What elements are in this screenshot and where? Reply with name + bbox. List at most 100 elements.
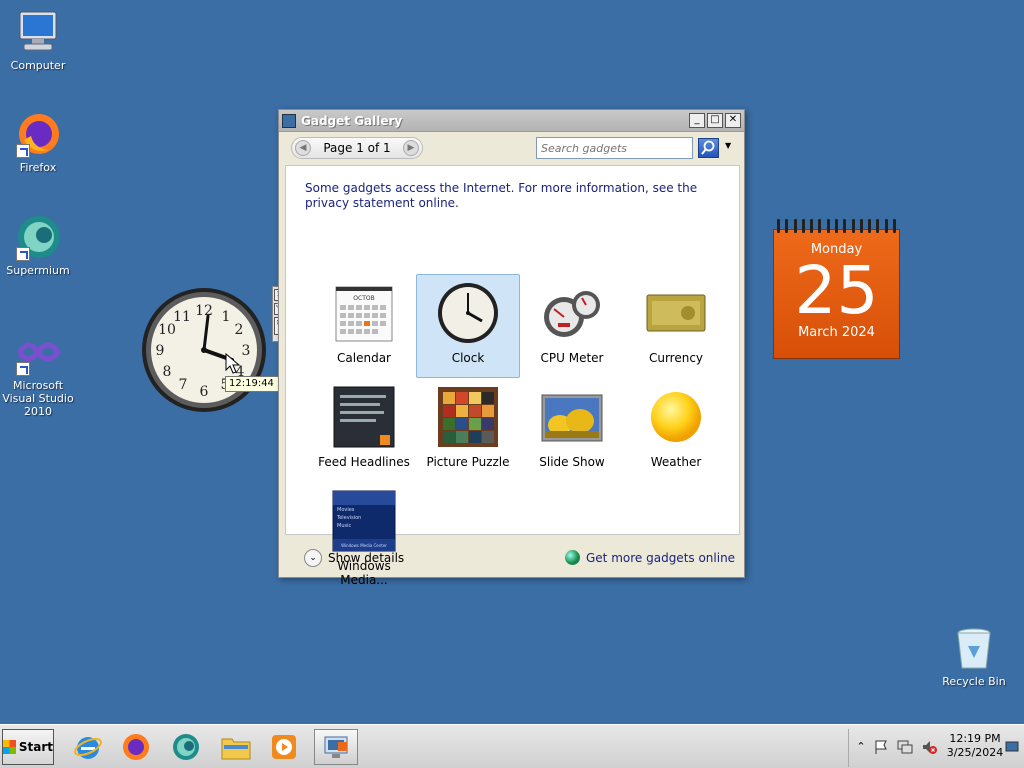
show-hidden-icons-icon[interactable]: ⌃: [853, 739, 869, 755]
clock-numeral: 8: [163, 364, 172, 380]
calendar-icon: OCTOB: [332, 281, 396, 345]
next-page-button[interactable]: ▶: [403, 140, 419, 156]
file-explorer-icon: [221, 738, 251, 760]
gadget-label: Currency: [648, 351, 704, 365]
desktop-icon-recycle-bin[interactable]: Recycle Bin: [934, 624, 1014, 688]
gadget-label: Weather: [650, 455, 702, 469]
tray-date: 3/25/2024: [946, 746, 1004, 759]
start-label: Start: [18, 740, 53, 754]
recycle-bin-icon: [950, 624, 998, 672]
media-center-thumb-item: Movies: [337, 507, 355, 513]
clock-face-icon: 12 1 2 3 4 5 6 7 8 9 10 11: [142, 288, 266, 412]
visual-studio-icon: [14, 328, 62, 376]
shortcut-arrow-icon: [16, 144, 30, 158]
desktop-icon-firefox[interactable]: Firefox: [0, 110, 78, 174]
calendar-thumb-month: OCTOB: [353, 295, 374, 302]
desktop-icon-computer[interactable]: Computer: [0, 8, 78, 72]
media-center-thumb-item: Music: [337, 523, 351, 529]
gadget-slide-show[interactable]: Slide Show: [520, 378, 624, 482]
shortcut-arrow-icon: [16, 247, 30, 261]
show-desktop-icon[interactable]: [1005, 739, 1019, 755]
supermium-icon: [14, 213, 62, 261]
clock-numeral: 6: [200, 384, 209, 400]
minimize-button[interactable]: _: [689, 113, 705, 128]
desktop-icon-label: Supermium: [6, 264, 70, 277]
gadget-list: Some gadgets access the Internet. For mo…: [285, 165, 740, 587]
action-center-flag-icon[interactable]: [873, 739, 889, 755]
maximize-button[interactable]: □: [707, 113, 723, 128]
gallery-nav-row: ◀ Page 1 of 1 ▶ ▼: [279, 132, 744, 164]
system-tray: ⌃ 12:19 PM 3/25/2024: [848, 729, 1024, 767]
taskbar-firefox[interactable]: [114, 729, 158, 765]
show-details-button[interactable]: ⌄ Show details: [304, 549, 404, 567]
taskbar-file-explorer[interactable]: [214, 729, 258, 765]
tray-time: 12:19 PM: [949, 732, 1001, 745]
get-more-gadgets-link[interactable]: Get more gadgets online: [565, 550, 735, 565]
gadget-label: Slide Show: [539, 455, 605, 469]
tray-clock[interactable]: 12:19 PM 3/25/2024: [945, 732, 1005, 760]
gadget-gallery-icon: [282, 113, 296, 128]
gadget-gallery-icon: [324, 736, 348, 758]
chevron-down-icon: ⌄: [304, 549, 322, 567]
search-button[interactable]: [698, 138, 719, 158]
globe-icon: [565, 550, 580, 565]
gadget-label: CPU Meter: [540, 351, 604, 365]
gadget-label: Clock: [451, 351, 485, 365]
window-titlebar[interactable]: Gadget Gallery _ □ ✕: [279, 110, 744, 132]
clock-numeral: 7: [179, 377, 188, 393]
gadget-label: Feed Headlines: [318, 455, 410, 469]
search-dropdown-icon[interactable]: ▼: [725, 141, 731, 150]
taskbar: Start ⌃ 12:19 PM 3/25/2024: [0, 724, 1024, 768]
desktop-calendar-gadget[interactable]: Monday 25 March 2024: [773, 219, 900, 359]
gadget-gallery-window: Gadget Gallery _ □ ✕ ◀ Page 1 of 1 ▶ ▼ S…: [278, 109, 745, 587]
gadget-picture-puzzle[interactable]: Picture Puzzle: [416, 378, 520, 482]
desktop-icon-label: Microsoft Visual Studio 2010: [2, 379, 74, 418]
calendar-rings-icon: [777, 219, 896, 233]
privacy-notice[interactable]: Some gadgets access the Internet. For mo…: [305, 181, 715, 211]
taskbar-internet-explorer[interactable]: [66, 729, 110, 765]
clock-numeral: 1: [222, 309, 231, 325]
slide-show-icon: [540, 385, 604, 449]
network-icon[interactable]: [897, 739, 913, 755]
pager: ◀ Page 1 of 1 ▶: [291, 137, 423, 159]
desktop-icon-label: Firefox: [19, 161, 57, 174]
calendar-page: Monday 25 March 2024: [773, 229, 900, 359]
window-title: Gadget Gallery: [301, 113, 403, 128]
currency-icon: [644, 281, 708, 345]
shortcut-arrow-icon: [16, 362, 30, 376]
mouse-cursor-icon: [225, 353, 241, 374]
taskbar-gadget-gallery[interactable]: [314, 729, 358, 765]
computer-icon: [14, 8, 62, 56]
clock-icon: [436, 281, 500, 345]
taskbar-supermium[interactable]: [164, 729, 208, 765]
start-button[interactable]: Start: [2, 729, 54, 765]
clock-numeral: 9: [156, 343, 165, 359]
desktop-clock-gadget[interactable]: 12 1 2 3 4 5 6 7 8 9 10 11: [140, 286, 268, 414]
clock-numeral: 2: [235, 322, 244, 338]
previous-page-button[interactable]: ◀: [295, 140, 311, 156]
close-button[interactable]: ✕: [725, 113, 741, 128]
desktop-icon-supermium[interactable]: Supermium: [0, 213, 78, 277]
gadget-cpu-meter[interactable]: CPU Meter: [520, 274, 624, 378]
gadget-calendar[interactable]: OCTOB Calendar: [312, 274, 416, 378]
gadget-currency[interactable]: Currency: [624, 274, 728, 378]
gadget-label: Picture Puzzle: [426, 455, 510, 469]
gadget-weather[interactable]: Weather: [624, 378, 728, 482]
media-player-icon: [272, 735, 296, 759]
gallery-footer: ⌄ Show details Get more gadgets online: [279, 540, 744, 576]
gadget-feed-headlines[interactable]: Feed Headlines: [312, 378, 416, 482]
supermium-icon: [173, 734, 199, 760]
cpu-meter-icon: [540, 281, 604, 345]
volume-muted-icon[interactable]: [921, 739, 937, 755]
desktop-icon-label: Recycle Bin: [942, 675, 1006, 688]
taskbar-media-player[interactable]: [262, 729, 306, 765]
clock-numeral: 12: [195, 303, 213, 319]
gadget-clock[interactable]: Clock: [416, 274, 520, 378]
firefox-icon: [123, 734, 149, 760]
get-more-gadgets-label: Get more gadgets online: [586, 550, 736, 565]
desktop-icon-label: Computer: [10, 59, 66, 72]
search-input[interactable]: [536, 137, 693, 159]
desktop-icon-visual-studio[interactable]: Microsoft Visual Studio 2010: [0, 328, 78, 418]
search-icon: [701, 140, 715, 155]
feed-headlines-icon: [332, 385, 396, 449]
